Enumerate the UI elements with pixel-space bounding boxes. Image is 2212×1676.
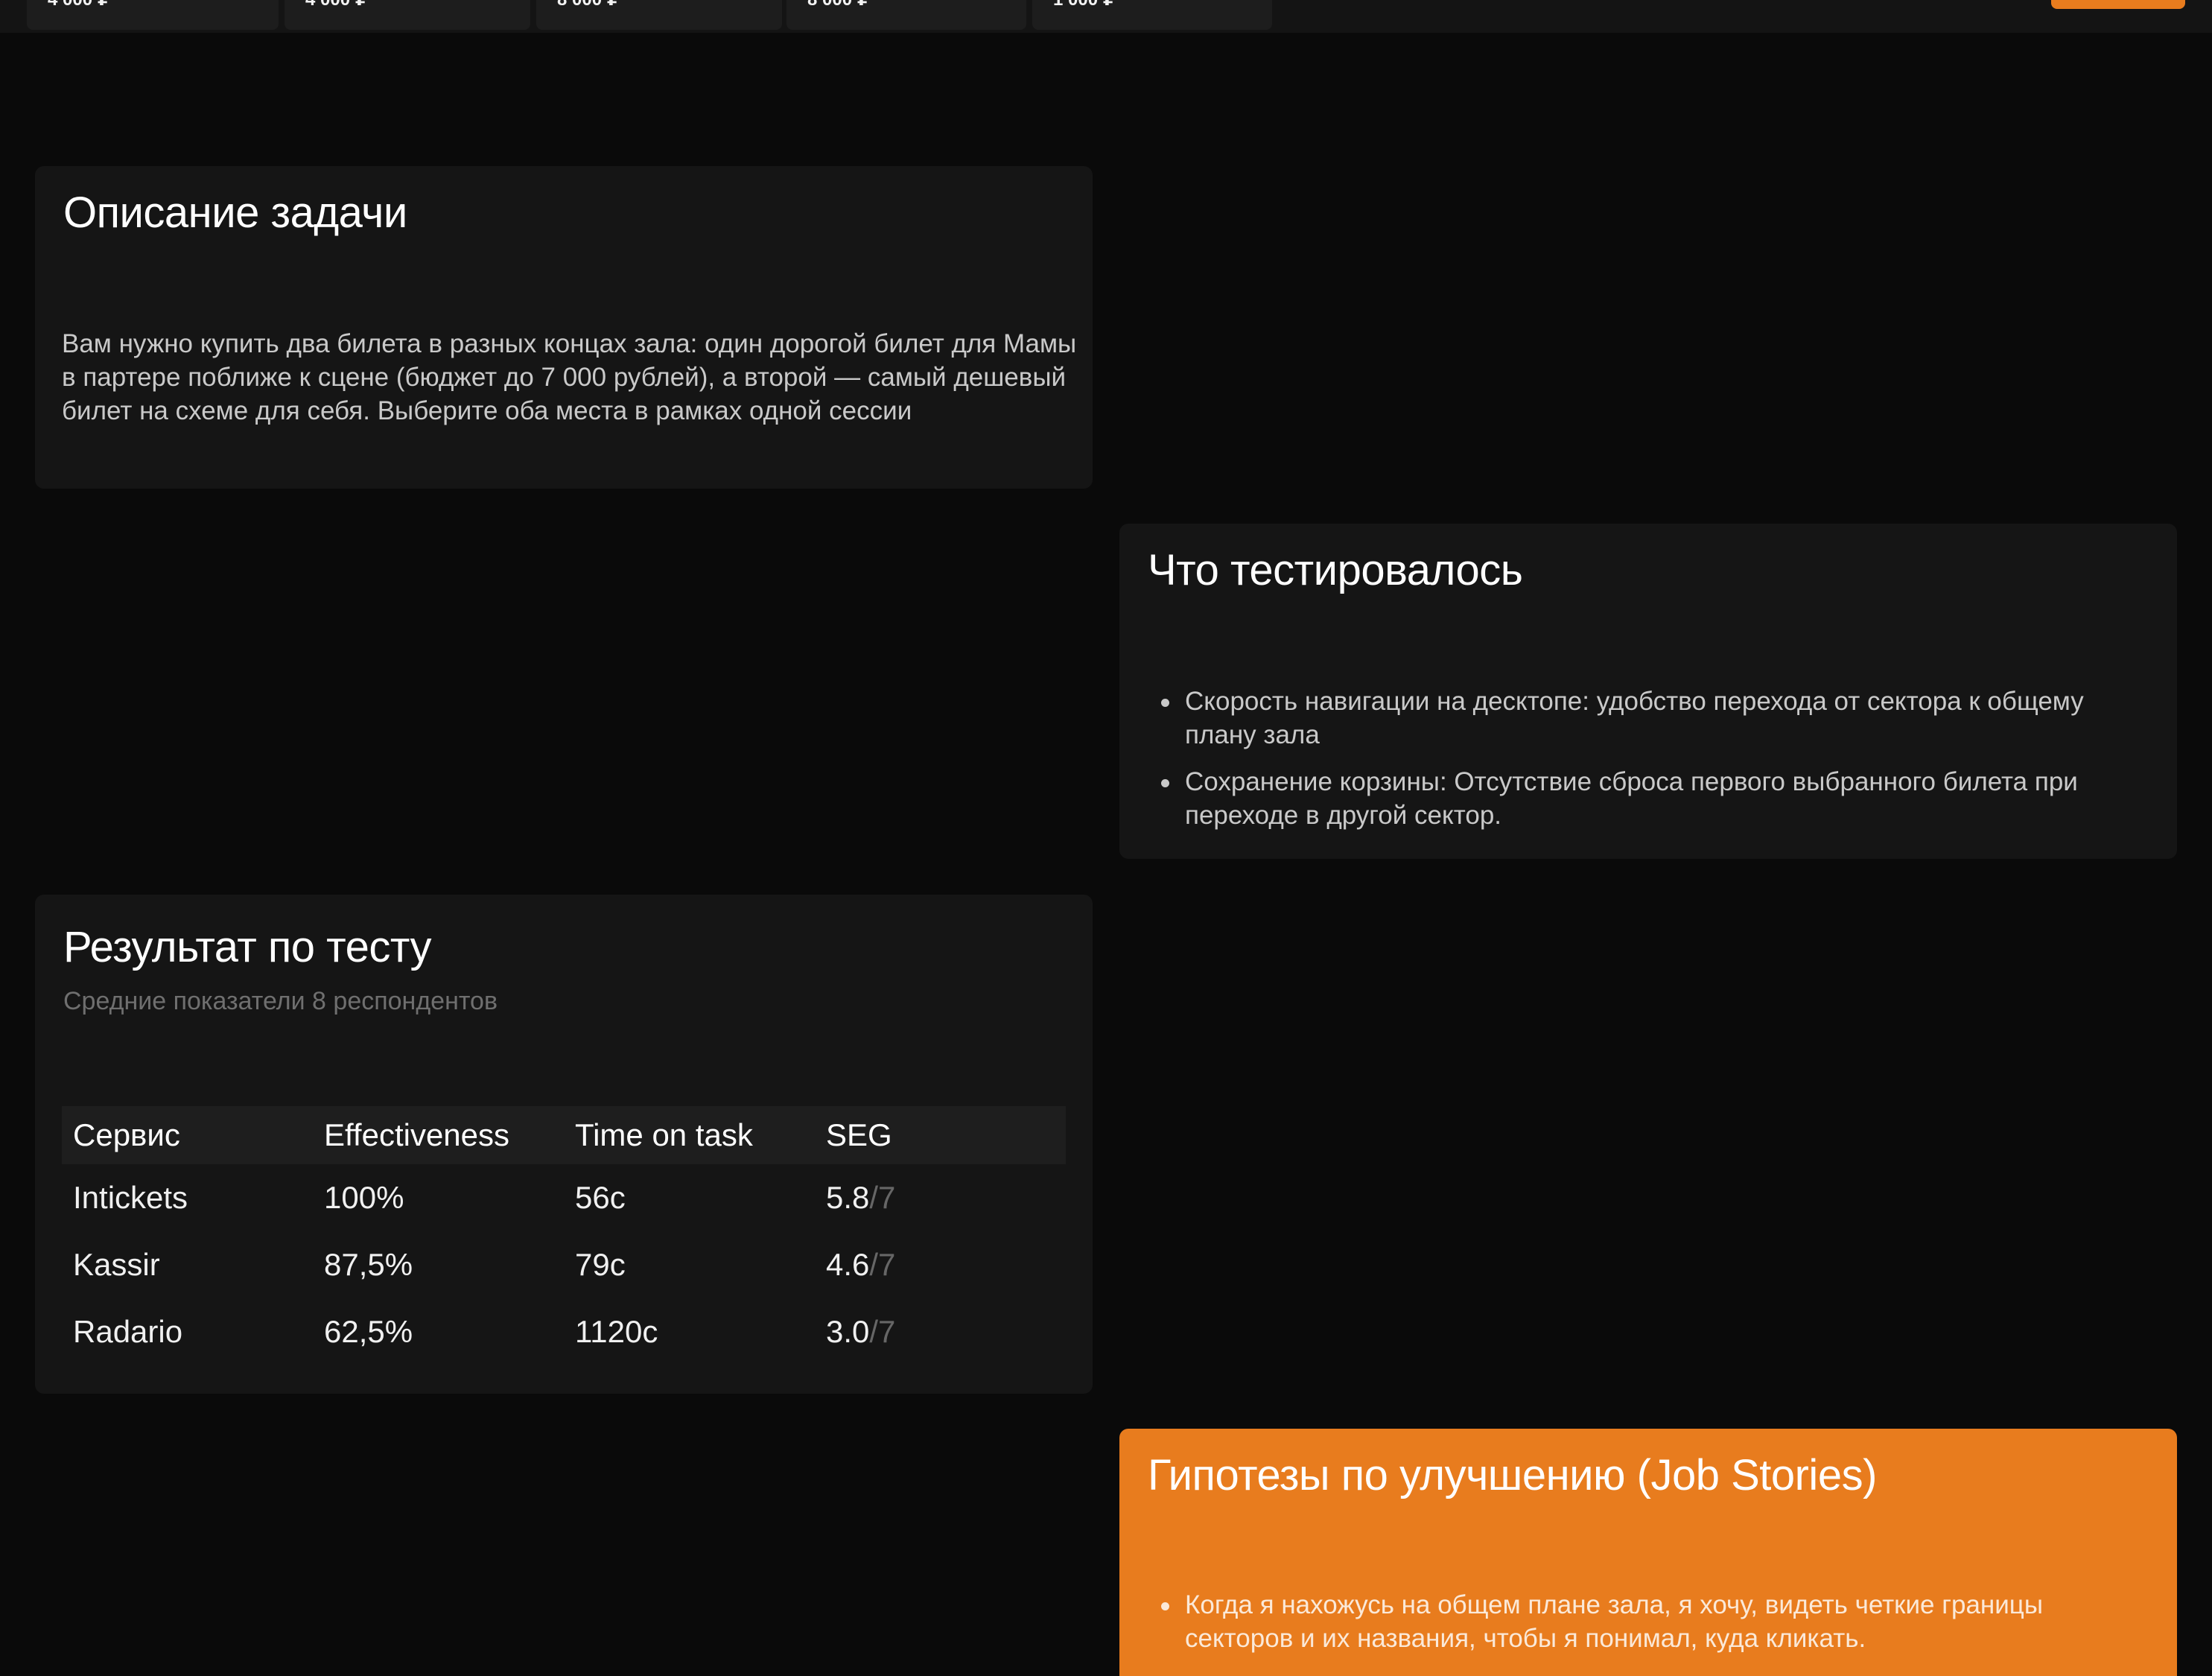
task-description-card: Описание задачи Вам нужно купить два бил… <box>35 166 1093 489</box>
task-text: Вам нужно купить два билета в разных кон… <box>62 329 1077 425</box>
price-card[interactable]: 4 000 ₽ <box>27 0 279 30</box>
seg-max: /7 <box>869 1180 896 1215</box>
tested-card: Что тестировалось Скорость навигации на … <box>1119 524 2177 859</box>
table-row: Radario 62,5% 1120с 3.0/7 <box>62 1298 1066 1365</box>
column-header: Time on task <box>575 1117 753 1152</box>
price-card[interactable]: 4 000 ₽ <box>285 0 530 30</box>
effectiveness-cell: 62,5% <box>324 1314 413 1349</box>
seg-max: /7 <box>869 1247 896 1282</box>
price-label: 1 000 ₽ <box>1053 0 1115 9</box>
hypotheses-card: Гипотезы по улучшению (Job Stories) Когд… <box>1119 1429 2177 1676</box>
time-cell: 1120с <box>575 1314 658 1349</box>
seg-cell: 3.0/7 <box>815 1314 1066 1350</box>
column-header: SEG <box>826 1117 892 1152</box>
price-label: 8 000 ₽ <box>557 0 619 9</box>
table-row: Intickets 100% 56с 5.8/7 <box>62 1164 1066 1231</box>
effectiveness-cell: 100% <box>324 1180 404 1215</box>
results-title: Результат по тесту <box>63 923 432 971</box>
list-item: Сохранение корзины: Отсутствие сброса пе… <box>1146 765 2132 832</box>
list-item-text: Сохранение корзины: Отсутствие сброса пе… <box>1185 767 2078 830</box>
list-item: Скорость навигации на десктопе: удобство… <box>1146 685 2132 752</box>
hypotheses-title: Гипотезы по улучшению (Job Stories) <box>1148 1451 1877 1499</box>
hypotheses-list: Когда я нахожусь на общем плане зала, я … <box>1146 1588 2132 1669</box>
results-card: Результат по тесту Средние показатели 8 … <box>35 895 1093 1394</box>
ticket-price-strip: 4 000 ₽ 4 000 ₽ 8 000 ₽ 8 000 ₽ 1 000 ₽ <box>0 0 2212 33</box>
tested-title: Что тестировалось <box>1148 546 1523 594</box>
price-card[interactable]: 1 000 ₽ <box>1032 0 1272 30</box>
bullet-icon <box>1161 1602 1169 1610</box>
seg-value: 4.6 <box>826 1247 870 1282</box>
bullet-icon <box>1161 779 1169 787</box>
seg-value: 3.0 <box>826 1314 870 1349</box>
price-label: 8 000 ₽ <box>807 0 869 9</box>
seg-value: 5.8 <box>826 1180 870 1215</box>
bullet-icon <box>1161 699 1169 707</box>
top-action-button[interactable] <box>2051 0 2185 9</box>
service-cell: Kassir <box>73 1247 160 1282</box>
column-header: Сервис <box>73 1117 180 1152</box>
table-header-row: Сервис Effectiveness Time on task SEG <box>62 1106 1066 1164</box>
seg-cell: 4.6/7 <box>815 1247 1066 1283</box>
time-cell: 79с <box>575 1247 626 1282</box>
task-title: Описание задачи <box>63 188 407 237</box>
list-item: Когда я нахожусь на общем плане зала, я … <box>1146 1588 2132 1655</box>
price-label: 4 000 ₽ <box>305 0 367 9</box>
list-item-text: Когда я нахожусь на общем плане зала, я … <box>1185 1590 2043 1653</box>
tested-list: Скорость навигации на десктопе: удобство… <box>1146 685 2132 845</box>
price-card[interactable]: 8 000 ₽ <box>536 0 782 30</box>
price-label: 4 000 ₽ <box>48 0 109 9</box>
price-card[interactable]: 8 000 ₽ <box>786 0 1026 30</box>
service-cell: Intickets <box>73 1180 188 1215</box>
column-header: Effectiveness <box>324 1117 510 1152</box>
seg-cell: 5.8/7 <box>815 1180 1066 1216</box>
service-cell: Radario <box>73 1314 183 1349</box>
effectiveness-cell: 87,5% <box>324 1247 413 1282</box>
time-cell: 56с <box>575 1180 626 1215</box>
results-subtitle: Средние показатели 8 респондентов <box>63 987 498 1015</box>
results-table: Сервис Effectiveness Time on task SEG In… <box>62 1106 1066 1365</box>
seg-max: /7 <box>869 1314 896 1349</box>
list-item-text: Скорость навигации на десктопе: удобство… <box>1185 687 2084 749</box>
table-row: Kassir 87,5% 79с 4.6/7 <box>62 1231 1066 1298</box>
